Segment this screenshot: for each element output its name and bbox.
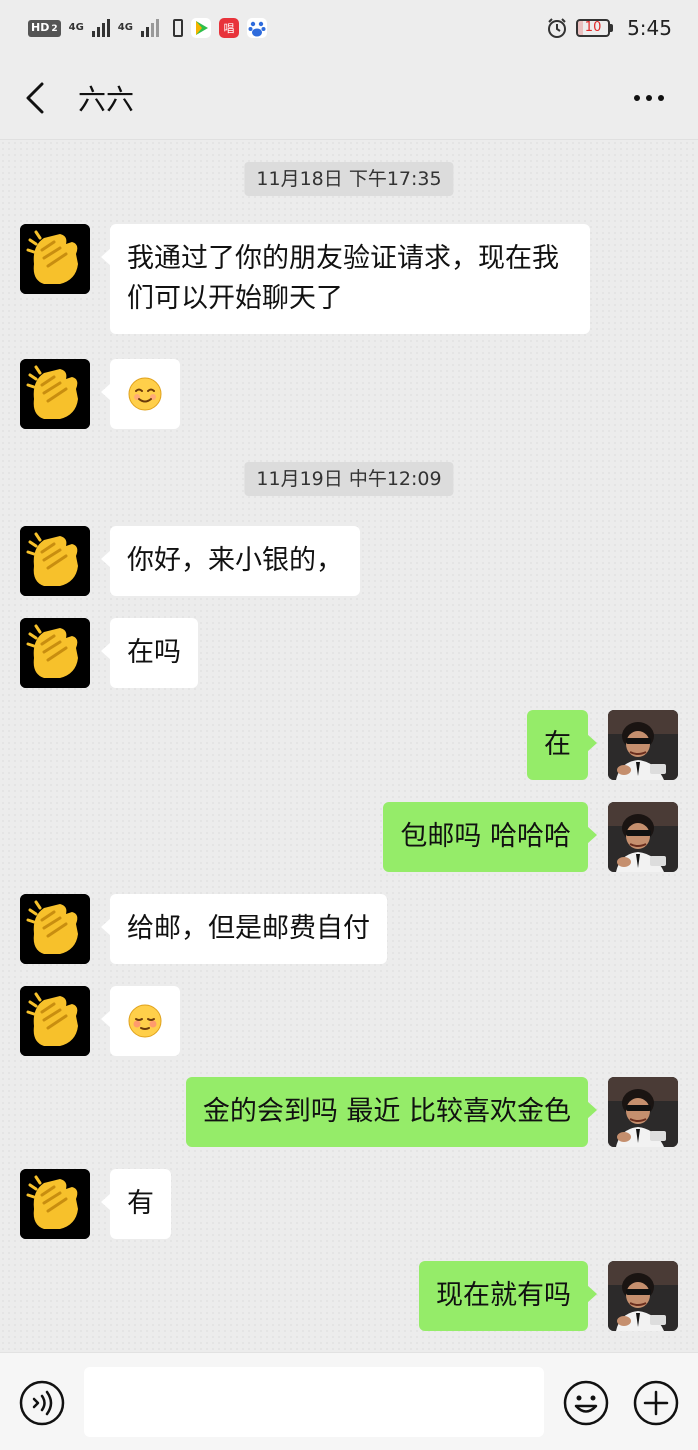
chevron-left-icon[interactable] <box>22 82 48 114</box>
signal-icon <box>91 19 110 37</box>
message-row-sent: 包邮吗 哈哈哈 <box>0 802 698 874</box>
clapping-hands-icon <box>20 894 90 964</box>
alarm-icon <box>548 18 567 38</box>
message-bubble[interactable]: 在吗 <box>101 618 198 688</box>
message-bubble[interactable]: 现在就有吗 <box>419 1261 597 1331</box>
message-bubble[interactable]: 我通过了你的朋友验证请求，现在我们可以开始聊天了 <box>101 224 590 334</box>
clapping-hands-icon <box>20 986 90 1056</box>
clock: 5:45 <box>627 16 672 40</box>
status-bar: HD 2 4G 4G 唱 10 5:45 <box>0 0 698 56</box>
message-bubble[interactable]: 金的会到吗 最近 比较喜欢金色 <box>185 1077 598 1147</box>
message-row-sent: 金的会到吗 最近 比较喜欢金色 <box>0 1077 698 1149</box>
message-row-received: 你好，来小银的， <box>0 526 698 598</box>
chat-title: 六六 <box>78 83 135 116</box>
message-row-received <box>0 359 698 431</box>
sim-index: 2 <box>51 23 58 34</box>
music-app-icon: 唱 <box>218 18 239 38</box>
avatar[interactable] <box>20 986 90 1056</box>
chat-area[interactable]: 11月18日 下午17:35 我通过了你的朋友验证请求，现在我们可以开始聊天了 <box>0 140 698 1352</box>
clapping-hands-icon <box>20 224 90 294</box>
clapping-hands-icon <box>20 1169 90 1239</box>
hd-label: HD <box>31 20 50 34</box>
title-bar: 六六 <box>0 56 698 140</box>
message-bubble[interactable]: 有 <box>101 1169 171 1239</box>
message-row-received <box>0 986 698 1058</box>
message-row-received: 我通过了你的朋友验证请求，现在我们可以开始聊天了 <box>0 224 698 339</box>
avatar[interactable] <box>20 359 90 429</box>
voice-icon[interactable] <box>18 1379 66 1427</box>
plus-icon[interactable] <box>632 1379 680 1427</box>
avatar[interactable] <box>608 710 678 780</box>
message-bubble[interactable] <box>101 359 180 429</box>
man-with-sunglasses-icon <box>608 1077 678 1147</box>
avatar[interactable] <box>608 802 678 872</box>
battery-level: 10 <box>584 20 602 35</box>
avatar[interactable] <box>608 1077 678 1147</box>
message-bubble[interactable]: 包邮吗 哈哈哈 <box>383 802 597 872</box>
battery-saver-icon <box>172 19 183 37</box>
avatar[interactable] <box>608 1261 678 1331</box>
input-bar <box>0 1352 698 1450</box>
avatar[interactable] <box>20 526 90 596</box>
message-bubble[interactable]: 给邮，但是邮费自付 <box>101 894 387 964</box>
shy-smile-emoji-icon <box>128 1004 162 1038</box>
timestamp: 11月18日 下午17:35 <box>244 162 454 196</box>
status-right: 10 5:45 <box>546 16 672 40</box>
man-with-sunglasses-icon <box>608 1261 678 1331</box>
network-type-1: 4G <box>68 22 84 33</box>
avatar[interactable] <box>20 224 90 294</box>
message-bubble[interactable]: 在 <box>527 710 597 780</box>
more-icon[interactable] <box>632 84 666 112</box>
message-row-sent: 现在就有吗 <box>0 1261 698 1333</box>
message-row-received: 有 <box>0 1169 698 1241</box>
emoji-icon[interactable] <box>562 1379 610 1427</box>
network-type-2: 4G <box>117 22 133 33</box>
avatar[interactable] <box>20 894 90 964</box>
clapping-hands-icon <box>20 526 90 596</box>
timestamp: 11月19日 中午12:09 <box>244 462 454 496</box>
smile-emoji-icon <box>128 377 162 411</box>
clapping-hands-icon <box>20 359 90 429</box>
message-row-received: 给邮，但是邮费自付 <box>0 894 698 966</box>
signal-icon <box>140 19 159 37</box>
hd-icon: HD 2 <box>28 19 61 37</box>
message-input[interactable] <box>84 1367 544 1437</box>
message-bubble[interactable]: 你好，来小银的， <box>101 526 360 596</box>
avatar[interactable] <box>20 618 90 688</box>
message-row-sent: 在 <box>0 710 698 782</box>
baidu-icon <box>246 18 267 38</box>
status-left: HD 2 4G 4G 唱 <box>28 18 267 38</box>
man-with-sunglasses-icon <box>608 710 678 780</box>
avatar[interactable] <box>20 1169 90 1239</box>
man-with-sunglasses-icon <box>608 802 678 872</box>
battery-icon: 10 <box>576 19 614 37</box>
message-row-received: 在吗 <box>0 618 698 690</box>
clapping-hands-icon <box>20 618 90 688</box>
video-app-icon <box>190 18 211 38</box>
message-bubble[interactable] <box>101 986 180 1056</box>
